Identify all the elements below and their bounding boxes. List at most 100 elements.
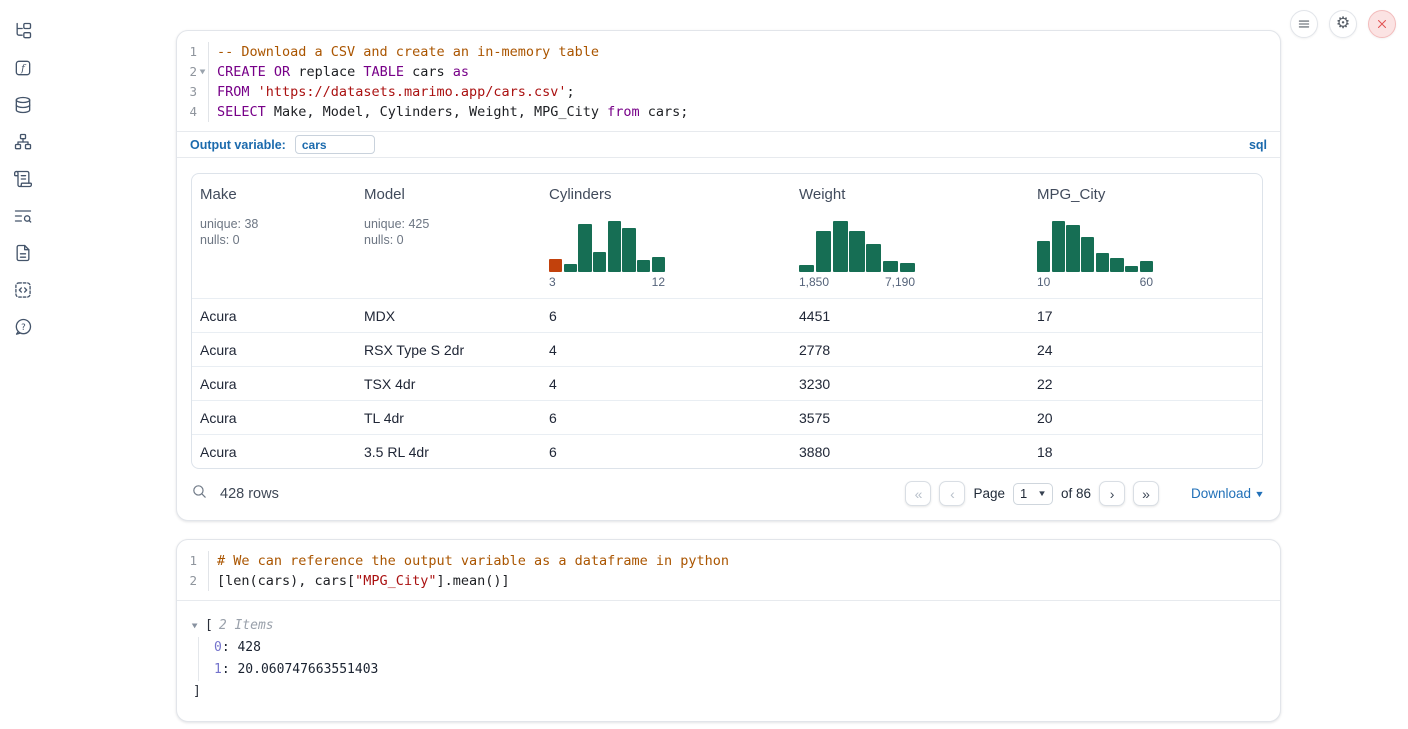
help-icon[interactable]: ?: [12, 316, 34, 338]
code-line[interactable]: 3FROM 'https://datasets.marimo.app/cars.…: [177, 82, 1280, 102]
fold-chevron-icon[interactable]: ▼: [196, 62, 209, 82]
column-name: MPG_City: [1037, 186, 1254, 203]
table-row[interactable]: AcuraTSX 4dr4323022: [192, 366, 1262, 400]
histogram-bar: [900, 263, 915, 272]
page-select[interactable]: 1 ▼: [1013, 483, 1053, 505]
table-cell: TSX 4dr: [356, 367, 541, 400]
table-cell: 4: [541, 367, 791, 400]
column-header-model[interactable]: Modelunique: 425nulls: 0: [356, 174, 541, 298]
fold-gutter: [196, 571, 209, 591]
close-icon: [1375, 17, 1389, 31]
code-line[interactable]: 1 # We can reference the output variable …: [177, 551, 1280, 571]
row-count: 428 rows: [220, 486, 279, 502]
histogram-bar: [637, 260, 650, 272]
table-cell: Acura: [192, 401, 356, 434]
code-line[interactable]: 2[len(cars), cars["MPG_City"].mean()]: [177, 571, 1280, 591]
previous-page-button[interactable]: ‹: [939, 481, 965, 506]
first-page-button[interactable]: «: [905, 481, 931, 506]
table-cell: Acura: [192, 299, 356, 332]
next-page-button[interactable]: ›: [1099, 481, 1125, 506]
histogram-bar: [608, 221, 621, 272]
table-cell: RSX Type S 2dr: [356, 333, 541, 366]
code-line[interactable]: 2▼CREATE OR replace TABLE cars as: [177, 62, 1280, 82]
output-variable-input[interactable]: [295, 135, 375, 154]
table-cell: 2778: [791, 333, 1029, 366]
fold-gutter: [196, 551, 209, 571]
download-button[interactable]: Download ▼: [1191, 486, 1264, 501]
tree-items-count: 2 Items: [219, 615, 274, 637]
data-table: Makeunique: 38nulls: 0Modelunique: 425nu…: [191, 173, 1263, 469]
histogram-bar: [622, 228, 635, 272]
page-select-value: 1: [1020, 486, 1027, 501]
histogram-bar: [564, 264, 577, 272]
datasources-icon[interactable]: [12, 94, 34, 116]
histogram-bar: [833, 221, 848, 272]
chevron-down-icon: ▼: [1254, 489, 1265, 499]
close-button[interactable]: [1368, 10, 1396, 38]
column-header-weight[interactable]: Weight 1,8507,190: [791, 174, 1029, 298]
table-cell: 6: [541, 401, 791, 434]
output-variable-label: Output variable:: [190, 138, 286, 152]
table-cell: 4451: [791, 299, 1029, 332]
table-cell: 24: [1029, 333, 1262, 366]
table-cell: 3.5 RL 4dr: [356, 435, 541, 468]
tree-item: 1: 20.060747663551403: [214, 659, 1264, 681]
table-cell: 22: [1029, 367, 1262, 400]
table-footer: 428 rows « ‹ Page 1 ▼ of 86 › » Download…: [177, 469, 1280, 520]
code-text: # We can reference the output variable a…: [208, 551, 729, 571]
table-cell: 3880: [791, 435, 1029, 468]
tree-items: 0: 4281: 20.060747663551403: [198, 637, 1264, 681]
menu-button[interactable]: [1290, 10, 1318, 38]
last-page-button[interactable]: »: [1133, 481, 1159, 506]
scratchpad-icon[interactable]: [12, 168, 34, 190]
column-header-make[interactable]: Makeunique: 38nulls: 0: [192, 174, 356, 298]
tree-root[interactable]: ▼ [ 2 Items: [193, 615, 1264, 637]
snippets-icon[interactable]: [12, 279, 34, 301]
histogram-bar: [593, 252, 606, 272]
svg-text:?: ?: [21, 323, 26, 333]
sql-code-editor[interactable]: 1-- Download a CSV and create an in-memo…: [177, 31, 1280, 131]
column-stats: unique: 38nulls: 0: [200, 216, 348, 248]
fold-gutter: [196, 42, 209, 62]
line-number: 1: [177, 551, 197, 571]
table-cell: 3575: [791, 401, 1029, 434]
column-header-mpg_city[interactable]: MPG_City 1060: [1029, 174, 1262, 298]
table-row[interactable]: AcuraMDX6445117: [192, 298, 1262, 332]
histogram-bar: [578, 224, 591, 272]
table-cell: Acura: [192, 367, 356, 400]
line-number: 4: [177, 102, 197, 122]
table-cell: Acura: [192, 435, 356, 468]
column-header-cylinders[interactable]: Cylinders312: [541, 174, 791, 298]
code-line[interactable]: 4SELECT Make, Model, Cylinders, Weight, …: [177, 102, 1280, 122]
settings-button[interactable]: ⚙: [1329, 10, 1357, 38]
histogram-cylinders[interactable]: 312: [549, 221, 665, 289]
table-cell: TL 4dr: [356, 401, 541, 434]
chevron-down-icon[interactable]: ▼: [192, 615, 206, 637]
table-cell: 6: [541, 299, 791, 332]
dependency-graph-icon[interactable]: [12, 131, 34, 153]
code-line[interactable]: 1-- Download a CSV and create an in-memo…: [177, 42, 1280, 62]
column-name: Weight: [799, 186, 1021, 203]
code-text: FROM 'https://datasets.marimo.app/cars.c…: [208, 82, 575, 102]
documentation-icon[interactable]: [12, 242, 34, 264]
table-cell: Acura: [192, 333, 356, 366]
python-code-editor[interactable]: 1 # We can reference the output variable …: [177, 540, 1280, 600]
histogram-weight[interactable]: 1,8507,190: [799, 221, 915, 289]
output-variable-row: Output variable: sql: [177, 131, 1280, 158]
table-row[interactable]: AcuraTL 4dr6357520: [192, 400, 1262, 434]
search-icon[interactable]: [191, 483, 208, 505]
file-explorer-icon[interactable]: [12, 20, 34, 42]
table-body: AcuraMDX6445117AcuraRSX Type S 2dr427782…: [192, 298, 1262, 468]
histogram-bar: [1081, 237, 1094, 272]
language-badge: sql: [1249, 138, 1267, 152]
variables-icon[interactable]: f: [12, 57, 34, 79]
column-name: Model: [364, 186, 533, 203]
page-total-label: of 86: [1061, 486, 1091, 501]
table-row[interactable]: Acura3.5 RL 4dr6388018: [192, 434, 1262, 468]
table-cell: 4: [541, 333, 791, 366]
histogram-mpg_city[interactable]: 1060: [1037, 221, 1153, 289]
logs-icon[interactable]: [12, 205, 34, 227]
line-number: 1: [177, 42, 197, 62]
table-row[interactable]: AcuraRSX Type S 2dr4277824: [192, 332, 1262, 366]
tree-close-bracket: ]: [193, 681, 1264, 703]
